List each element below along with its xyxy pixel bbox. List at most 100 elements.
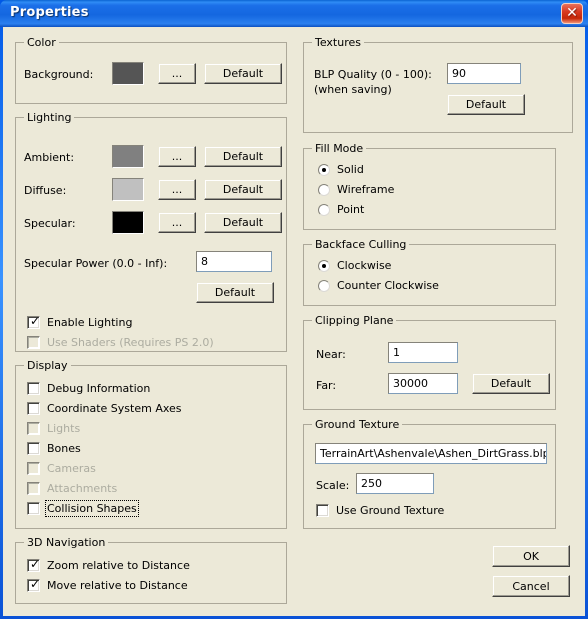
diffuse-browse-button[interactable]: ...	[158, 179, 196, 200]
checkbox-coordinate-system-axes[interactable]: Coordinate System Axes	[27, 402, 182, 415]
checkbox-debug-information[interactable]: Debug Information	[27, 382, 150, 395]
navigation-group-legend: 3D Navigation	[24, 536, 109, 549]
textures-group-legend: Textures	[312, 36, 364, 49]
navigation-group: 3D Navigation ✓ Zoom relative to Distanc…	[15, 536, 287, 604]
specular-power-input[interactable]: 8	[196, 251, 272, 272]
clipping-plane-group: Clipping Plane Near: 1 Far: 30000 Defaul…	[303, 314, 556, 410]
near-label: Near:	[316, 348, 346, 361]
near-input[interactable]: 1	[388, 342, 458, 363]
blp-quality-input[interactable]: 90	[447, 63, 521, 84]
checkbox-box	[27, 402, 40, 415]
background-default-button[interactable]: Default	[204, 63, 282, 84]
specular-power-label: Specular Power (0.0 - Inf):	[24, 257, 168, 270]
cancel-button[interactable]: Cancel	[492, 575, 570, 597]
display-group-legend: Display	[24, 359, 71, 372]
specular-label: Specular:	[24, 217, 76, 230]
close-icon: ✕	[566, 5, 578, 21]
radio-counter-clockwise[interactable]: Counter Clockwise	[318, 279, 439, 292]
background-browse-button[interactable]: ...	[158, 63, 196, 84]
far-input[interactable]: 30000	[388, 373, 458, 394]
radio-box	[318, 279, 330, 292]
checkbox-box	[27, 422, 40, 435]
radio-box	[318, 259, 330, 272]
checkbox-box	[27, 442, 40, 455]
checkbox-box	[27, 462, 40, 475]
color-group: Color Background: ... Default	[15, 36, 287, 104]
ok-button[interactable]: OK	[492, 545, 570, 567]
checkbox-label: Move relative to Distance	[47, 579, 188, 592]
checkbox-move-relative-to-distance[interactable]: ✓ Move relative to Distance	[27, 577, 188, 592]
specular-power-default-button[interactable]: Default	[196, 282, 274, 303]
title-bar[interactable]: Properties ✕	[0, 0, 588, 27]
radio-label: Wireframe	[337, 183, 395, 196]
checkbox-bones[interactable]: Bones	[27, 442, 81, 455]
radio-dot-icon	[322, 263, 326, 268]
radio-box	[318, 203, 330, 216]
lighting-group: Lighting Ambient: ... Default Diffuse: .…	[15, 111, 287, 352]
diffuse-default-button[interactable]: Default	[204, 179, 282, 200]
scale-input[interactable]: 250	[356, 473, 434, 494]
radio-clockwise[interactable]: Clockwise	[318, 259, 391, 272]
diffuse-label: Diffuse:	[24, 184, 67, 197]
specular-color-swatch[interactable]	[112, 211, 144, 234]
blp-quality-sublabel: (when saving)	[314, 83, 392, 96]
radio-solid[interactable]: Solid	[318, 163, 364, 176]
check-icon: ✓	[30, 577, 41, 591]
checkbox-label: Debug Information	[47, 382, 151, 395]
checkbox-attachments: Attachments	[27, 482, 117, 495]
textures-group: Textures BLP Quality (0 - 100): (when sa…	[303, 36, 573, 133]
ambient-label: Ambient:	[24, 151, 75, 164]
checkbox-use-shaders: Use Shaders (Requires PS 2.0)	[27, 336, 214, 349]
ambient-browse-button[interactable]: ...	[158, 146, 196, 167]
checkbox-label: Use Ground Texture	[336, 504, 445, 517]
radio-label: Counter Clockwise	[337, 279, 439, 292]
window-title: Properties	[10, 5, 89, 20]
background-color-swatch[interactable]	[112, 62, 144, 85]
ambient-default-button[interactable]: Default	[204, 146, 282, 167]
checkbox-box	[27, 482, 40, 495]
checkbox-cameras: Cameras	[27, 462, 96, 475]
diffuse-color-swatch[interactable]	[112, 178, 144, 201]
ground-texture-group: Ground Texture TerrainArt\Ashenvale\Ashe…	[303, 418, 556, 529]
radio-label: Clockwise	[337, 259, 392, 272]
check-icon: ✓	[30, 557, 41, 571]
checkbox-box	[27, 336, 40, 349]
clipping-plane-group-legend: Clipping Plane	[312, 314, 397, 327]
close-button[interactable]: ✕	[561, 3, 583, 24]
checkbox-label: Attachments	[47, 482, 118, 495]
ambient-color-swatch[interactable]	[112, 145, 144, 168]
checkbox-collision-shapes[interactable]: Collision Shapes	[27, 500, 139, 517]
scale-label: Scale:	[316, 479, 350, 492]
blp-quality-default-button[interactable]: Default	[447, 94, 525, 115]
radio-box	[318, 163, 330, 176]
ground-texture-path-input[interactable]: TerrainArt\Ashenvale\Ashen_DirtGrass.blp	[315, 443, 547, 464]
radio-dot-icon	[322, 167, 326, 172]
radio-point[interactable]: Point	[318, 203, 364, 216]
checkbox-label: Enable Lighting	[47, 316, 133, 329]
checkbox-label: Cameras	[47, 462, 96, 475]
specular-default-button[interactable]: Default	[204, 212, 282, 233]
checkbox-label: Use Shaders (Requires PS 2.0)	[47, 336, 214, 349]
checkbox-lights: Lights	[27, 422, 80, 435]
ground-texture-group-legend: Ground Texture	[312, 418, 403, 431]
radio-label: Point	[337, 203, 365, 216]
fill-mode-group-legend: Fill Mode	[312, 142, 367, 155]
checkbox-label: Bones	[47, 442, 81, 455]
fill-mode-group: Fill Mode Solid Wireframe Point	[303, 142, 556, 230]
backface-culling-group-legend: Backface Culling	[312, 238, 410, 251]
far-label: Far:	[316, 379, 337, 392]
dialog-client-area: Color Background: ... Default Lighting A…	[3, 27, 585, 616]
radio-wireframe[interactable]: Wireframe	[318, 183, 394, 196]
checkbox-enable-lighting[interactable]: ✓ Enable Lighting	[27, 315, 133, 329]
checkbox-label: Collision Shapes	[45, 500, 139, 517]
clipping-default-button[interactable]: Default	[472, 373, 550, 394]
properties-dialog-window: Properties ✕ Color Background: ... Defau…	[0, 0, 588, 619]
checkbox-use-ground-texture[interactable]: Use Ground Texture	[316, 504, 444, 517]
checkbox-box	[27, 502, 40, 515]
radio-label: Solid	[337, 163, 364, 176]
specular-browse-button[interactable]: ...	[158, 212, 196, 233]
checkbox-box: ✓	[27, 557, 41, 572]
blp-quality-label: BLP Quality (0 - 100):	[314, 68, 432, 81]
lighting-group-legend: Lighting	[24, 111, 75, 124]
checkbox-zoom-relative-to-distance[interactable]: ✓ Zoom relative to Distance	[27, 557, 190, 572]
